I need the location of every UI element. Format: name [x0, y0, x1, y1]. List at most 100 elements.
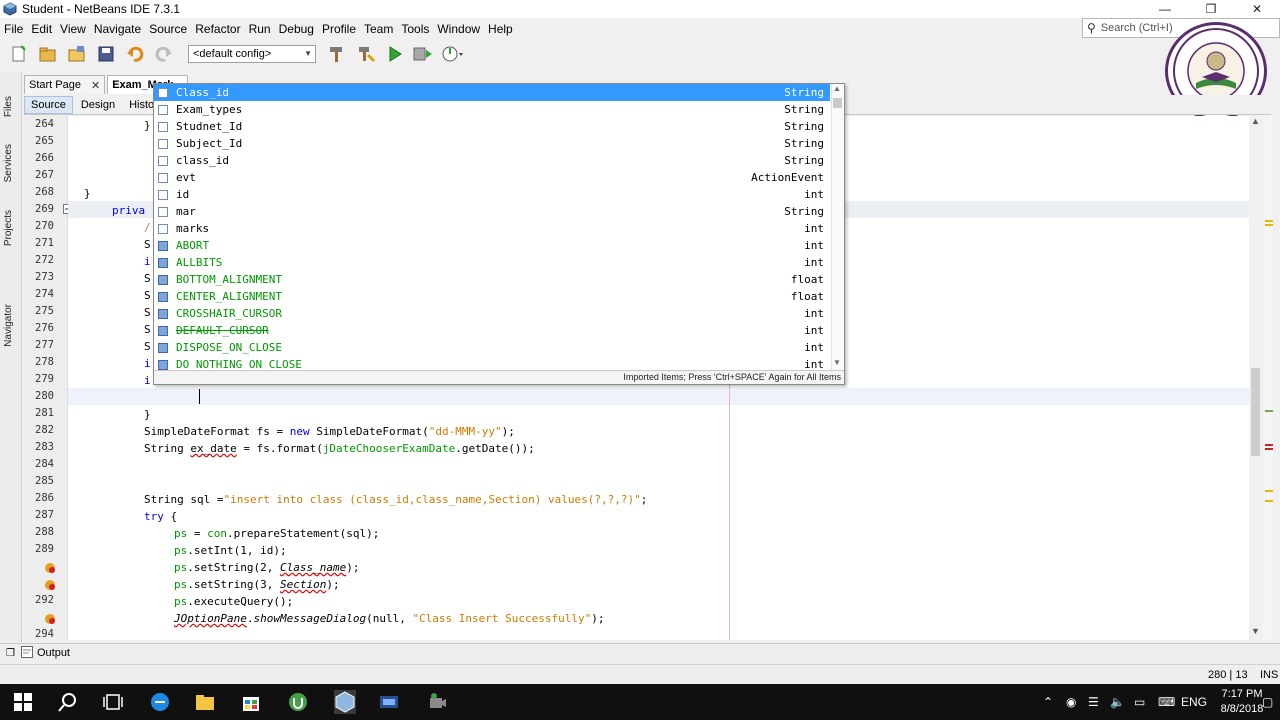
task-view-icon[interactable]	[103, 692, 123, 712]
completion-item[interactable]: ABORT int	[154, 237, 830, 254]
completion-scrollbar[interactable]: ▲ ▼	[831, 84, 843, 370]
completion-item[interactable]: BOTTOM_ALIGNMENT float	[154, 271, 830, 288]
completion-item[interactable]: Exam_types String	[154, 101, 830, 118]
menu-help[interactable]: Help	[484, 22, 517, 36]
netbeans-taskbar-icon[interactable]	[334, 690, 356, 714]
side-tab-projects[interactable]: Projects	[3, 210, 14, 246]
scroll-up-icon[interactable]: ▲	[1251, 116, 1260, 126]
side-tab-services[interactable]: Services	[3, 144, 14, 182]
completion-item[interactable]: DEFAULT_CURSOR int	[154, 322, 830, 339]
clean-build-icon[interactable]	[355, 43, 377, 65]
menu-profile[interactable]: Profile	[318, 22, 360, 36]
warning-mark[interactable]	[1265, 500, 1273, 502]
menu-source[interactable]: Source	[145, 22, 191, 36]
new-file-icon[interactable]	[8, 43, 30, 65]
completion-item[interactable]: ALLBITS int	[154, 254, 830, 271]
redo-icon[interactable]	[153, 43, 175, 65]
side-tab-navigator[interactable]: Navigator	[3, 304, 14, 347]
config-select[interactable]: <default config> ▼	[188, 45, 316, 63]
torrent-app-icon[interactable]	[288, 692, 308, 712]
menu-view[interactable]: View	[56, 22, 90, 36]
completion-item[interactable]: id int	[154, 186, 830, 203]
battery-icon[interactable]: ▭	[1134, 684, 1145, 720]
completion-item[interactable]: CROSSHAIR_CURSOR int	[154, 305, 830, 322]
menu-window[interactable]: Window	[433, 22, 484, 36]
menu-debug[interactable]: Debug	[275, 22, 318, 36]
minimize-button[interactable]: —	[1142, 0, 1188, 18]
menu-file[interactable]: File	[0, 22, 27, 36]
store-icon[interactable]	[241, 692, 261, 712]
close-icon[interactable]: ✕	[91, 79, 100, 92]
line-number: 281	[35, 407, 54, 419]
code-completion-popup[interactable]: Class_id String Exam_types String Studnet_…	[153, 83, 845, 385]
new-project-icon[interactable]	[37, 43, 59, 65]
menu-refactor[interactable]: Refactor	[191, 22, 244, 36]
warning-mark[interactable]	[1265, 224, 1273, 226]
error-mark[interactable]	[1265, 444, 1273, 446]
keyboard-icon[interactable]: ⌨	[1158, 684, 1175, 720]
speaker-icon[interactable]: 🔈	[1110, 684, 1125, 720]
search-icon[interactable]	[58, 692, 78, 712]
close-button[interactable]: ✕	[1234, 0, 1280, 18]
scrollbar-thumb[interactable]	[833, 98, 842, 108]
menu-navigate[interactable]: Navigate	[90, 22, 145, 36]
windows-taskbar: ⌃ ◉ ☰ 🔈 ▭ ⌨ ENG 7:17 PM 8/8/2018 ▢	[0, 684, 1280, 720]
toolbar: <default config> ▼	[0, 40, 1080, 68]
tab-source[interactable]: Source	[24, 95, 73, 114]
scroll-down-icon[interactable]: ▼	[833, 358, 841, 367]
scroll-down-icon[interactable]: ▼	[1251, 626, 1260, 636]
restore-button[interactable]: ❐	[1188, 0, 1234, 18]
completion-item[interactable]: Class_id String	[154, 84, 830, 101]
editor-scrollbar[interactable]: ▲ ▼	[1249, 116, 1262, 640]
completion-item[interactable]: Subject_Id String	[154, 135, 830, 152]
file-explorer-icon[interactable]	[195, 692, 215, 712]
completion-item[interactable]: DO_NOTHING_ON_CLOSE int	[154, 356, 830, 370]
code-line: }	[144, 119, 151, 132]
notifications-icon[interactable]: ▢	[1262, 684, 1273, 720]
error-mark[interactable]	[1265, 448, 1273, 450]
completion-item[interactable]: class_id String	[154, 152, 830, 169]
menu-edit[interactable]: Edit	[27, 22, 56, 36]
completion-item[interactable]: DISPOSE_ON_CLOSE int	[154, 339, 830, 356]
menu-tools[interactable]: Tools	[397, 22, 433, 36]
language-indicator[interactable]: ENG	[1181, 684, 1207, 720]
edge-browser-icon[interactable]	[150, 692, 170, 712]
completion-item[interactable]: Studnet_Id String	[154, 118, 830, 135]
scroll-up-icon[interactable]: ▲	[833, 84, 841, 93]
static-field-icon	[158, 359, 168, 370]
code-line: ps.executeQuery();	[174, 595, 294, 608]
menu-team[interactable]: Team	[360, 22, 397, 36]
code-line: JOptionPane.showMessageDialog(null, "Cla…	[174, 612, 605, 625]
error-marker-icon	[45, 614, 55, 624]
show-hidden-icons[interactable]: ⌃	[1043, 684, 1053, 720]
run-icon[interactable]	[384, 43, 406, 65]
side-tab-files[interactable]: Files	[3, 96, 14, 117]
undo-icon[interactable]	[124, 43, 146, 65]
wifi-icon[interactable]: ☰	[1088, 684, 1099, 720]
save-all-icon[interactable]	[95, 43, 117, 65]
debug-icon[interactable]	[413, 43, 435, 65]
static-field-icon	[158, 291, 168, 302]
video-app-icon[interactable]	[379, 692, 399, 712]
restore-window-icon[interactable]: ❐	[6, 648, 15, 659]
static-field-icon	[158, 257, 168, 268]
warning-mark[interactable]	[1265, 220, 1273, 222]
completion-item[interactable]: CENTER_ALIGNMENT float	[154, 288, 830, 305]
change-mark[interactable]	[1265, 410, 1273, 412]
recorder-app-icon[interactable]	[427, 692, 447, 712]
build-hammer-icon[interactable]	[326, 43, 348, 65]
tab-design[interactable]: Design	[75, 97, 121, 113]
tab-start-page[interactable]: Start Page ✕	[24, 75, 106, 94]
profile-icon[interactable]	[442, 43, 464, 65]
output-tab[interactable]: Output	[37, 647, 70, 659]
completion-item[interactable]: mar String	[154, 203, 830, 220]
open-project-icon[interactable]	[66, 43, 88, 65]
completion-list[interactable]: Class_id String Exam_types String Studnet_…	[154, 84, 844, 370]
warning-mark[interactable]	[1265, 490, 1273, 492]
network-bluetooth-icon[interactable]: ◉	[1066, 684, 1076, 720]
completion-item[interactable]: marks int	[154, 220, 830, 237]
scrollbar-thumb[interactable]	[1251, 368, 1260, 456]
completion-item[interactable]: evt ActionEvent	[154, 169, 830, 186]
windows-start-icon[interactable]	[13, 692, 33, 712]
menu-run[interactable]: Run	[245, 22, 275, 36]
